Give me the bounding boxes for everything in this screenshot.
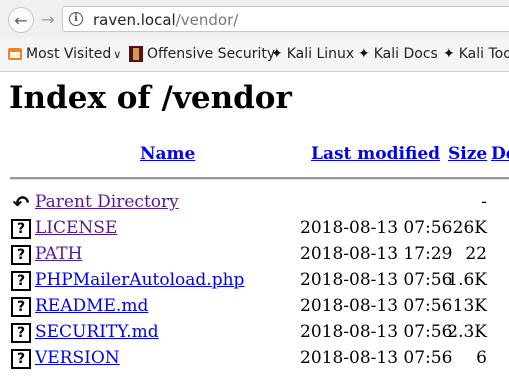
back-icon: ↶ (12, 191, 30, 215)
bookmark-label: Kali Docs (373, 46, 438, 62)
bookmark-offensive-security[interactable]: Offensive Security (129, 46, 275, 62)
chevron-down-icon: ∨ (113, 47, 122, 61)
file-link[interactable]: PATH (35, 244, 82, 264)
bookmark-kali-docs[interactable]: ✦ Kali Docs (358, 46, 438, 62)
bookmarks-toolbar: Most Visited ∨ Offensive Security ✦ Kali… (0, 38, 509, 72)
file-modified: 2018-08-13 07:56 (300, 296, 453, 316)
table-row: ↶ Parent Directory - (0, 191, 509, 215)
unknown-file-icon: ? (11, 219, 31, 239)
file-size: 13K (452, 296, 487, 316)
url-text[interactable]: raven.local/vendor/ (93, 11, 238, 29)
file-link[interactable]: VERSION (35, 348, 120, 368)
kali-dragon-icon: ✦ (271, 46, 283, 62)
bookmark-label: Kali Linux (286, 46, 355, 62)
kali-dragon-icon: ✦ (443, 46, 455, 62)
file-size: 22 (465, 244, 487, 264)
file-link[interactable]: LICENSE (35, 218, 117, 238)
bookmark-label: Offensive Security (147, 46, 276, 62)
bookmark-kali-tools[interactable]: ✦ Kali Too (443, 46, 509, 62)
file-size: 1.6K (447, 270, 487, 290)
forward-button[interactable]: → (36, 7, 60, 31)
back-button[interactable]: ← (8, 7, 34, 33)
file-modified: 2018-08-13 07:56 (300, 348, 453, 368)
folder-icon (8, 48, 22, 60)
file-modified: 2018-08-13 07:56 (300, 218, 453, 238)
arrow-right-icon: → (41, 9, 55, 29)
unknown-file-icon: ? (11, 323, 31, 343)
sort-by-modified-link[interactable]: Last modified (311, 144, 440, 164)
table-row: ? VERSION 2018-08-13 07:56 6 (0, 347, 509, 371)
unknown-file-icon: ? (11, 245, 31, 265)
file-size: 6 (476, 348, 487, 368)
file-size: 2.3K (447, 322, 487, 342)
page-title: Index of /vendor (9, 80, 292, 116)
unknown-file-icon: ? (11, 297, 31, 317)
browser-navbar: ← → i raven.local/vendor/ (0, 0, 509, 38)
header-divider (10, 177, 509, 180)
table-row: ? SECURITY.md 2018-08-13 07:56 2.3K (0, 321, 509, 345)
file-link[interactable]: README.md (35, 296, 148, 316)
file-modified: 2018-08-13 17:29 (300, 244, 453, 264)
file-size: - (481, 192, 487, 212)
arrow-left-icon: ← (14, 10, 28, 30)
offsec-icon (129, 46, 143, 62)
kali-dragon-icon: ✦ (358, 46, 370, 62)
table-row: ? LICENSE 2018-08-13 07:56 26K (0, 217, 509, 241)
unknown-file-icon: ? (11, 271, 31, 291)
file-size: 26K (452, 218, 487, 238)
sort-by-size-link[interactable]: Size (448, 144, 487, 164)
sort-by-name-link[interactable]: Name (140, 144, 195, 164)
url-host: raven.local (93, 11, 176, 29)
file-link[interactable]: PHPMailerAutoload.php (35, 270, 244, 290)
table-row: ? PATH 2018-08-13 17:29 22 (0, 243, 509, 267)
file-modified: 2018-08-13 07:56 (300, 270, 453, 290)
unknown-file-icon: ? (11, 349, 31, 369)
url-bar[interactable]: i raven.local/vendor/ (62, 6, 509, 32)
table-row: ? README.md 2018-08-13 07:56 13K (0, 295, 509, 319)
file-link[interactable]: SECURITY.md (35, 322, 159, 342)
file-modified: 2018-08-13 07:56 (300, 322, 453, 342)
url-path: /vendor/ (175, 11, 239, 29)
info-icon[interactable]: i (69, 12, 83, 26)
bookmark-label: Most Visited (26, 46, 112, 62)
bookmark-most-visited[interactable]: Most Visited ∨ (8, 46, 121, 62)
bookmark-label: Kali Too (458, 46, 509, 62)
file-link[interactable]: Parent Directory (35, 192, 179, 212)
bookmark-kali-linux[interactable]: ✦ Kali Linux (271, 46, 354, 62)
sort-by-description-link[interactable]: De (491, 144, 509, 164)
table-row: ? PHPMailerAutoload.php 2018-08-13 07:56… (0, 269, 509, 293)
